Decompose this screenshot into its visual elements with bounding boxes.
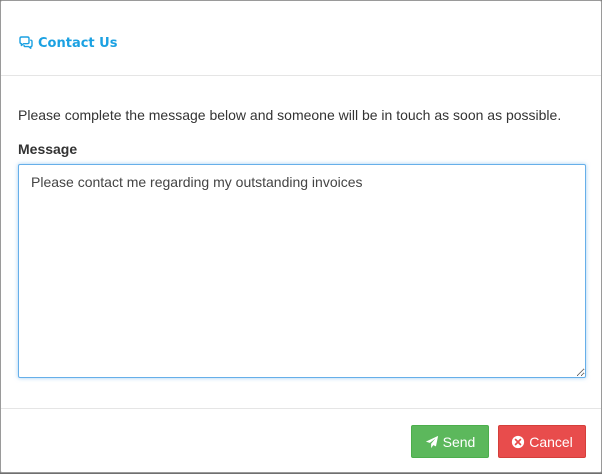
send-button-label: Send — [442, 433, 476, 450]
cancel-button[interactable]: Cancel — [498, 425, 586, 458]
modal-header: Contact Us — [1, 1, 601, 76]
contact-modal: Contact Us Please complete the message b… — [0, 0, 602, 473]
times-circle-icon — [512, 435, 525, 448]
modal-title-wrap: Contact Us — [18, 35, 117, 51]
modal-footer: Send Cancel — [1, 408, 601, 474]
modal-title: Contact Us — [38, 35, 118, 51]
cancel-button-label: Cancel — [529, 433, 573, 450]
intro-text: Please complete the message below and so… — [18, 107, 562, 123]
send-button[interactable]: Send — [411, 425, 489, 458]
paper-plane-icon — [425, 435, 438, 448]
comments-icon — [19, 36, 33, 49]
message-textarea[interactable]: Please contact me regarding my outstandi… — [18, 164, 586, 378]
message-label: Message — [18, 141, 78, 157]
